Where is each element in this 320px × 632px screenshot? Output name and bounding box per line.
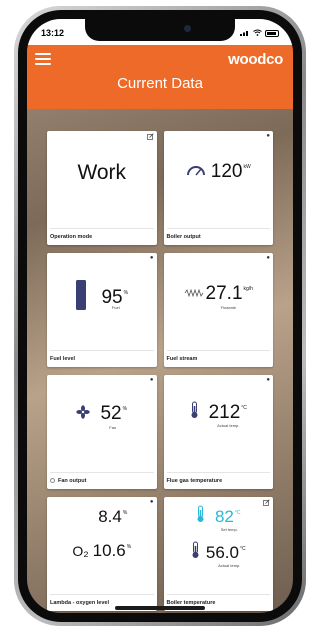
dot-icon: ●: [149, 255, 154, 261]
tile-fuel-stream[interactable]: ● 27.1kg/h Flowrate Fuel stream: [163, 253, 273, 367]
tile-fuel-level[interactable]: ● 95% Fuel Fuel level: [47, 253, 157, 367]
dot-icon: ●: [149, 499, 154, 505]
dot-icon: ●: [149, 377, 154, 383]
tile-label: Fuel stream: [166, 356, 198, 362]
dot-icon: ●: [266, 255, 270, 261]
boiler-output-value: 120kW: [210, 161, 251, 182]
auger-icon: [184, 285, 204, 303]
actual-temp-sub: Actual temp.: [218, 563, 241, 568]
home-indicator[interactable]: [115, 606, 205, 610]
lambda-value: 8.4%: [98, 507, 128, 526]
tile-label: Fan output: [50, 478, 86, 484]
set-thermometer-icon: [196, 505, 205, 528]
fuel-sub: Fuel: [111, 305, 120, 310]
gauge-icon: [186, 163, 206, 181]
notch: [85, 19, 235, 41]
battery-icon: [265, 29, 279, 37]
tile-fan-output[interactable]: ● 52% Fan Fan output: [47, 375, 157, 489]
thermometer-icon: [190, 401, 199, 424]
camera-icon: [184, 25, 191, 32]
oxygen-value: 10.6%: [92, 541, 132, 560]
actual-thermometer-icon: [191, 541, 200, 564]
tile-operation-mode[interactable]: Work Operation mode: [47, 131, 157, 245]
o2-icon: O₂: [72, 543, 89, 559]
toggle-radio[interactable]: [50, 478, 55, 484]
page-title: Current Data: [117, 75, 203, 92]
set-temp-value: 82°C: [214, 506, 241, 526]
edit-icon[interactable]: [146, 133, 154, 142]
dot-icon: ●: [266, 377, 270, 383]
brand-logo: woodco: [228, 51, 283, 68]
tile-label: Boiler output: [166, 234, 201, 240]
dot-icon: ●: [266, 133, 270, 139]
operation-mode-value: Work: [77, 161, 127, 184]
tile-label: Flue gas temperature: [166, 478, 223, 484]
tile-boiler-output[interactable]: ● 120kW Boiler output: [163, 131, 273, 245]
fan-icon: [76, 404, 91, 424]
actual-temp-value: 56.0°C: [205, 542, 246, 562]
set-temp-sub: Set temp.: [220, 527, 238, 532]
signal-icon: [240, 29, 250, 38]
tile-flue-gas-temperature[interactable]: ● 212°C Actual temp. Flue gas temperatur…: [163, 375, 273, 489]
status-time: 13:12: [41, 28, 65, 38]
tile-lambda-oxygen[interactable]: ● 8.4% O₂ 10.6% Lambda - oxygen level: [47, 497, 157, 611]
fan-sub: Fan: [109, 425, 117, 430]
phone-frame: 13:12 woodco Current Data Work Operation…: [14, 6, 306, 626]
app-header: woodco Current Data: [27, 45, 293, 109]
fan-output-value: 52%: [100, 403, 128, 424]
tile-label: Lambda - oxygen level: [50, 600, 109, 606]
wifi-icon: [253, 29, 262, 38]
fuel-tank-icon: [75, 279, 87, 316]
tile-boiler-temperature[interactable]: 82°C Set temp. 56.0°C Actual temp. Boile…: [163, 497, 273, 611]
status-icons: [240, 29, 279, 38]
tile-label: Operation mode: [50, 234, 93, 240]
app-screen: 13:12 woodco Current Data Work Operation…: [27, 19, 293, 613]
flue-gas-value: 212°C: [208, 401, 247, 423]
tile-label: Fuel level: [50, 356, 76, 362]
menu-icon[interactable]: [35, 53, 51, 65]
fuel-stream-value: 27.1kg/h: [205, 283, 253, 304]
flue-gas-sub: Actual temp.: [217, 423, 240, 428]
fuel-stream-sub: Flowrate: [220, 305, 236, 310]
phone-bezel: 13:12 woodco Current Data Work Operation…: [18, 10, 302, 622]
data-grid: Work Operation mode ● 120kW Boiler outpu…: [47, 131, 273, 611]
